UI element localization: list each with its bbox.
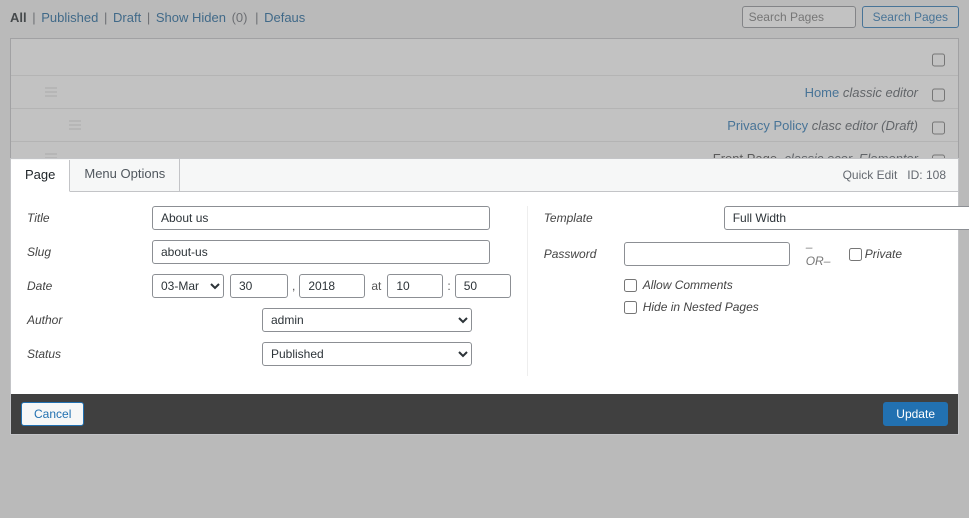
checkbox-hide-nested[interactable] [624, 301, 637, 314]
label-template: Template [544, 211, 624, 225]
input-password[interactable] [624, 242, 790, 266]
select-status[interactable]: Published [262, 342, 472, 366]
quick-edit-panel: Page Menu Options Quick Edit ID: 108 Tit… [10, 158, 959, 435]
label-hide-nested: Hide in Nested Pages [643, 300, 759, 314]
checkbox-allow-comments[interactable] [624, 279, 637, 292]
input-year[interactable] [299, 274, 365, 298]
select-month[interactable]: 03-Mar [152, 274, 224, 298]
label-password: Password [544, 247, 624, 261]
input-day[interactable] [230, 274, 288, 298]
label-slug: Slug [27, 245, 152, 259]
select-author[interactable]: admin [262, 308, 472, 332]
label-status: Status [27, 347, 152, 361]
input-hour[interactable] [387, 274, 443, 298]
input-title[interactable] [152, 206, 490, 230]
label-author: Author [27, 313, 152, 327]
tab-menu-options[interactable]: Menu Options [70, 159, 180, 191]
cancel-button[interactable]: Cancel [21, 402, 84, 426]
quick-edit-id: ID: 108 [907, 168, 946, 182]
label-title: Title [27, 211, 152, 225]
label-allow-comments: Allow Comments [643, 278, 733, 292]
label-date: Date [27, 279, 152, 293]
checkbox-private[interactable] [849, 248, 862, 261]
update-button[interactable]: Update [883, 402, 948, 426]
tab-page[interactable]: Page [11, 160, 70, 192]
input-minute[interactable] [455, 274, 511, 298]
quick-edit-label: Quick Edit [843, 168, 898, 182]
input-slug[interactable] [152, 240, 490, 264]
label-at: at [371, 279, 381, 293]
label-private: Private [865, 247, 969, 261]
or-label: –OR– [806, 240, 835, 268]
select-template[interactable]: Full Width [724, 206, 969, 230]
